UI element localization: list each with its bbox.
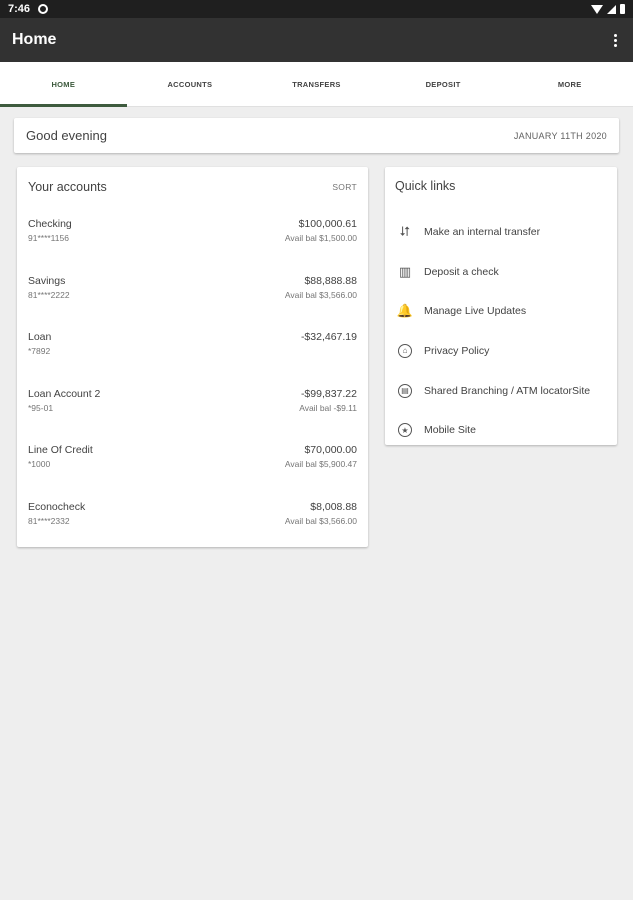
account-name: Line Of Credit bbox=[28, 444, 93, 457]
wifi-icon bbox=[591, 4, 603, 14]
page-title: Home bbox=[12, 31, 57, 48]
greeting-text: Good evening bbox=[26, 128, 107, 143]
quick-link-label: Mobile Site bbox=[424, 424, 476, 437]
quick-link-label: Manage Live Updates bbox=[424, 305, 527, 318]
account-available: Avail bal -$9.11 bbox=[299, 402, 357, 413]
account-number: *1000 bbox=[28, 459, 51, 470]
status-icons bbox=[591, 4, 625, 14]
quick-link-internal-transfer[interactable]: ⮃ Make an internal transfer bbox=[395, 212, 607, 252]
app-bar: Home bbox=[0, 18, 633, 62]
greeting-card: Good evening JANUARY 11TH 2020 bbox=[14, 118, 619, 153]
sort-button[interactable]: SORT bbox=[332, 182, 357, 192]
account-row-line-of-credit[interactable]: Line Of Credit *1000 $70,000.00 Avail ba… bbox=[28, 444, 357, 501]
account-number: 91****1156 bbox=[28, 233, 69, 243]
overflow-menu-icon[interactable] bbox=[610, 30, 621, 51]
account-name: Loan Account 2 bbox=[28, 387, 101, 400]
account-number: 81****2222 bbox=[28, 289, 70, 300]
quick-links-title: Quick links bbox=[395, 179, 456, 193]
account-row-savings[interactable]: Savings 81****2222 $88,888.88 Avail bal … bbox=[28, 275, 357, 332]
tab-bar: HOME ACCOUNTS TRANSFERS DEPOSIT MORE bbox=[0, 62, 633, 107]
quick-links-list: ⮃ Make an internal transfer ▥ Deposit a … bbox=[395, 212, 607, 450]
account-available: Avail bal $1,500.00 bbox=[284, 233, 357, 243]
tab-home[interactable]: HOME bbox=[0, 62, 127, 107]
transfer-icon: ⮃ bbox=[399, 223, 411, 239]
bank-icon: ⌂ bbox=[395, 341, 415, 361]
check-deposit-icon: ▥ bbox=[398, 263, 412, 279]
tab-accounts[interactable]: ACCOUNTS bbox=[127, 62, 254, 106]
quick-link-label: Shared Branching / ATM locatorSite bbox=[424, 384, 591, 397]
tab-transfers[interactable]: TRANSFERS bbox=[253, 62, 380, 106]
quick-link-mobile-site[interactable]: ★ Mobile Site bbox=[395, 410, 607, 450]
status-bar: 7:46 bbox=[0, 0, 633, 18]
settings-gear-icon bbox=[38, 4, 49, 14]
account-number: *7892 bbox=[28, 346, 51, 357]
account-number: 81****2332 bbox=[28, 515, 70, 526]
quick-link-label: Deposit a check bbox=[424, 265, 499, 278]
quick-links-card: Quick links ⮃ Make an internal transfer … bbox=[385, 167, 617, 445]
account-balance: -$99,837.22 bbox=[300, 387, 357, 400]
account-available: Avail bal $3,566.00 bbox=[284, 289, 357, 300]
account-balance: $100,000.61 bbox=[298, 218, 357, 230]
account-balance: $70,000.00 bbox=[304, 444, 357, 457]
account-number: *95-01 bbox=[28, 402, 54, 413]
star-icon: ★ bbox=[395, 420, 415, 440]
account-name: Savings bbox=[28, 274, 66, 287]
quick-link-label: Privacy Policy bbox=[424, 344, 490, 357]
account-balance: $88,888.88 bbox=[304, 274, 357, 287]
signal-icon bbox=[607, 4, 616, 14]
account-balance: $8,008.88 bbox=[310, 500, 357, 513]
accounts-list: Checking 91****1156 $100,000.61 Avail ba… bbox=[28, 218, 357, 558]
greeting-date: JANUARY 11TH 2020 bbox=[513, 130, 607, 141]
quick-link-live-updates[interactable]: 🔔 Manage Live Updates bbox=[395, 291, 607, 331]
account-row-econocheck[interactable]: Econocheck 81****2332 $8,008.88 Avail ba… bbox=[28, 501, 357, 558]
accounts-card: Your accounts SORT Checking 91****1156 $… bbox=[17, 167, 368, 547]
quick-link-deposit-check[interactable]: ▥ Deposit a check bbox=[395, 252, 607, 292]
account-row-loan[interactable]: Loan *7892 -$32,467.19 bbox=[28, 331, 357, 388]
quick-link-privacy-policy[interactable]: ⌂ Privacy Policy bbox=[395, 331, 607, 371]
account-name: Econocheck bbox=[28, 500, 86, 513]
bell-icon: 🔔 bbox=[396, 303, 414, 319]
tab-more[interactable]: MORE bbox=[506, 62, 633, 106]
account-available: Avail bal $3,566.00 bbox=[284, 515, 357, 526]
accounts-title: Your accounts bbox=[28, 180, 107, 194]
account-name: Checking bbox=[28, 218, 72, 230]
account-row-checking[interactable]: Checking 91****1156 $100,000.61 Avail ba… bbox=[28, 218, 357, 275]
battery-icon bbox=[620, 4, 625, 14]
atm-icon: ▤ bbox=[395, 381, 415, 401]
account-balance: -$32,467.19 bbox=[300, 331, 357, 344]
status-time: 7:46 bbox=[8, 3, 31, 15]
account-available: Avail bal $5,900.47 bbox=[284, 459, 357, 470]
tab-deposit[interactable]: DEPOSIT bbox=[380, 62, 507, 106]
quick-link-label: Make an internal transfer bbox=[424, 225, 541, 238]
account-name: Loan bbox=[28, 331, 52, 344]
quick-link-atm-locator[interactable]: ▤ Shared Branching / ATM locatorSite bbox=[395, 371, 607, 411]
account-row-loan-2[interactable]: Loan Account 2 *95-01 -$99,837.22 Avail … bbox=[28, 388, 357, 445]
